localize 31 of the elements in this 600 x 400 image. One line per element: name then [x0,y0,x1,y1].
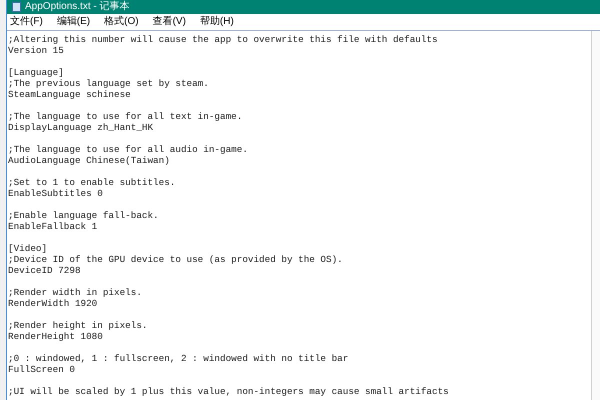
text-line: ;The previous language set by steam. [8,78,209,89]
menu-item[interactable]: 查看(V) [152,17,186,27]
text-line: ;Set to 1 to enable subtitles. [8,177,176,188]
menu-item[interactable]: 文件(F) [10,17,43,27]
text-line: SteamLanguage schinese [8,89,131,100]
text-line: ;UI will be scaled by 1 plus this value, non-integers may cause small artifacts [8,386,449,397]
menu-item[interactable]: 编辑(E) [56,17,90,27]
text-line: DeviceID 7298 [8,265,81,276]
text-line: EnableSubtitles 0 [8,188,103,199]
text-line: FullScreen 0 [8,364,75,375]
menu-item[interactable]: 帮助(H) [200,17,234,27]
text-line: EnableFallback 1 [8,221,98,232]
text-line: RenderHeight 1080 [8,331,103,342]
text-line: ;The language to use for all text in-game. [8,111,242,122]
text-line: AudioLanguage Chinese(Taiwan) [8,155,170,166]
text-line: ;0 : windowed, 1 : fullscreen, 2 : windowed with no title bar [8,353,348,364]
text-line: RenderWidth 1920 [8,298,98,309]
text-line: [Language] [8,67,64,78]
text-line: ;Render width in pixels. [8,287,142,298]
menu-item[interactable]: 格式(O) [104,17,139,27]
text-line: ;The language to use for all audio in-game. [8,144,248,155]
text-line: ;Altering this number will cause the app to overwrite this file with defaults [8,34,438,45]
text-line: ;Enable language fall-back. [8,210,159,221]
text-line: ;Device ID of the GPU device to use (as provided by the OS). [8,254,343,265]
window-title: AppOptions.txt - 记事本 [25,2,130,12]
text-line: ;Render height in pixels. [8,320,148,331]
scrollbar[interactable] [591,31,600,400]
notepad-icon [12,2,21,12]
text-line: DisplayLanguage zh_Hant_HK [8,122,154,133]
text-line: Version 15 [8,45,64,56]
text-line: [Video] [8,243,48,254]
